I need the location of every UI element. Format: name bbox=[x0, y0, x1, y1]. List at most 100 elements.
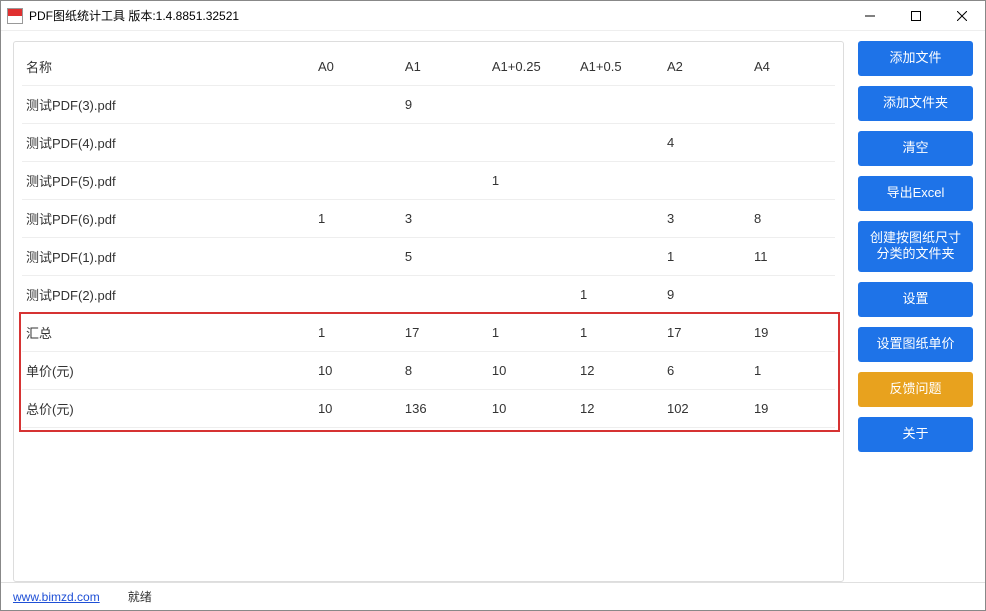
cell: 测试PDF(4).pdf bbox=[22, 124, 312, 162]
cell: 测试PDF(2).pdf bbox=[22, 276, 312, 314]
side-buttons: 添加文件 添加文件夹 清空 导出Excel 创建按图纸尺寸 分类的文件夹 设置 … bbox=[858, 41, 973, 582]
cell bbox=[399, 162, 486, 200]
cell: 9 bbox=[661, 276, 748, 314]
cell: 17 bbox=[399, 314, 486, 352]
cell: 11 bbox=[748, 238, 835, 276]
data-table: 名称 A0 A1 A1+0.25 A1+0.5 A2 A4 测试PDF(3).p… bbox=[22, 48, 835, 428]
cell: 8 bbox=[748, 200, 835, 238]
table-row[interactable]: 测试PDF(4).pdf 4 bbox=[22, 124, 835, 162]
cell: 3 bbox=[661, 200, 748, 238]
maximize-button[interactable] bbox=[893, 1, 939, 30]
app-icon bbox=[7, 8, 23, 24]
cell: 4 bbox=[661, 124, 748, 162]
cell: 测试PDF(6).pdf bbox=[22, 200, 312, 238]
cell bbox=[486, 238, 574, 276]
cell: 测试PDF(5).pdf bbox=[22, 162, 312, 200]
cell bbox=[661, 86, 748, 124]
table-row[interactable]: 总价(元)10136101210219 bbox=[22, 390, 835, 428]
create-size-folders-button[interactable]: 创建按图纸尺寸 分类的文件夹 bbox=[858, 221, 973, 273]
cell bbox=[574, 124, 661, 162]
cell: 汇总 bbox=[22, 314, 312, 352]
table-row[interactable]: 测试PDF(6).pdf1338 bbox=[22, 200, 835, 238]
table-row[interactable]: 测试PDF(3).pdf 9 bbox=[22, 86, 835, 124]
about-button[interactable]: 关于 bbox=[858, 417, 973, 452]
cell bbox=[486, 124, 574, 162]
cell: 102 bbox=[661, 390, 748, 428]
cell bbox=[748, 124, 835, 162]
add-folder-button[interactable]: 添加文件夹 bbox=[858, 86, 973, 121]
cell bbox=[661, 162, 748, 200]
cell: 9 bbox=[399, 86, 486, 124]
cell: 1 bbox=[661, 238, 748, 276]
cell: 1 bbox=[486, 314, 574, 352]
cell: 5 bbox=[399, 238, 486, 276]
cell bbox=[312, 238, 399, 276]
status-text: 就绪 bbox=[128, 588, 152, 605]
col-a1p25[interactable]: A1+0.25 bbox=[486, 48, 574, 86]
cell: 1 bbox=[574, 314, 661, 352]
cell bbox=[574, 86, 661, 124]
table-row[interactable]: 测试PDF(5).pdf 1 bbox=[22, 162, 835, 200]
cell: 19 bbox=[748, 390, 835, 428]
cell: 单价(元) bbox=[22, 352, 312, 390]
col-a1[interactable]: A1 bbox=[399, 48, 486, 86]
cell: 10 bbox=[312, 390, 399, 428]
col-a0[interactable]: A0 bbox=[312, 48, 399, 86]
website-link[interactable]: www.bimzd.com bbox=[13, 590, 100, 604]
cell: 1 bbox=[312, 314, 399, 352]
col-name[interactable]: 名称 bbox=[22, 48, 312, 86]
cell: 10 bbox=[486, 352, 574, 390]
cell bbox=[399, 124, 486, 162]
cell bbox=[748, 162, 835, 200]
cell: 136 bbox=[399, 390, 486, 428]
cell: 12 bbox=[574, 352, 661, 390]
titlebar: PDF图纸统计工具 版本:1.4.8851.32521 bbox=[1, 1, 985, 31]
cell bbox=[312, 124, 399, 162]
cell: 12 bbox=[574, 390, 661, 428]
cell bbox=[748, 276, 835, 314]
col-a1p5[interactable]: A1+0.5 bbox=[574, 48, 661, 86]
cell: 6 bbox=[661, 352, 748, 390]
window-title: PDF图纸统计工具 版本:1.4.8851.32521 bbox=[29, 7, 847, 24]
col-a2[interactable]: A2 bbox=[661, 48, 748, 86]
table-panel: 名称 A0 A1 A1+0.25 A1+0.5 A2 A4 测试PDF(3).p… bbox=[13, 41, 844, 582]
cell: 1 bbox=[312, 200, 399, 238]
main-area: 名称 A0 A1 A1+0.25 A1+0.5 A2 A4 测试PDF(3).p… bbox=[1, 31, 985, 582]
cell: 测试PDF(3).pdf bbox=[22, 86, 312, 124]
export-excel-button[interactable]: 导出Excel bbox=[858, 176, 973, 211]
table-row[interactable]: 测试PDF(1).pdf 5 111 bbox=[22, 238, 835, 276]
cell bbox=[312, 276, 399, 314]
cell bbox=[574, 238, 661, 276]
cell bbox=[574, 200, 661, 238]
table-row[interactable]: 测试PDF(2).pdf 19 bbox=[22, 276, 835, 314]
cell bbox=[574, 162, 661, 200]
cell bbox=[312, 162, 399, 200]
cell bbox=[748, 86, 835, 124]
table-row[interactable]: 单价(元)108101261 bbox=[22, 352, 835, 390]
cell: 10 bbox=[312, 352, 399, 390]
add-file-button[interactable]: 添加文件 bbox=[858, 41, 973, 76]
set-price-button[interactable]: 设置图纸单价 bbox=[858, 327, 973, 362]
minimize-button[interactable] bbox=[847, 1, 893, 30]
table-row[interactable]: 汇总117111719 bbox=[22, 314, 835, 352]
cell: 3 bbox=[399, 200, 486, 238]
cell: 8 bbox=[399, 352, 486, 390]
clear-button[interactable]: 清空 bbox=[858, 131, 973, 166]
cell bbox=[312, 86, 399, 124]
settings-button[interactable]: 设置 bbox=[858, 282, 973, 317]
close-button[interactable] bbox=[939, 1, 985, 30]
cell: 1 bbox=[486, 162, 574, 200]
table-header-row: 名称 A0 A1 A1+0.25 A1+0.5 A2 A4 bbox=[22, 48, 835, 86]
cell: 总价(元) bbox=[22, 390, 312, 428]
cell: 19 bbox=[748, 314, 835, 352]
cell: 测试PDF(1).pdf bbox=[22, 238, 312, 276]
statusbar: www.bimzd.com 就绪 bbox=[1, 582, 985, 610]
cell: 17 bbox=[661, 314, 748, 352]
cell bbox=[486, 200, 574, 238]
col-a4[interactable]: A4 bbox=[748, 48, 835, 86]
feedback-button[interactable]: 反馈问题 bbox=[858, 372, 973, 407]
cell bbox=[399, 276, 486, 314]
cell bbox=[486, 86, 574, 124]
cell: 1 bbox=[574, 276, 661, 314]
cell: 1 bbox=[748, 352, 835, 390]
